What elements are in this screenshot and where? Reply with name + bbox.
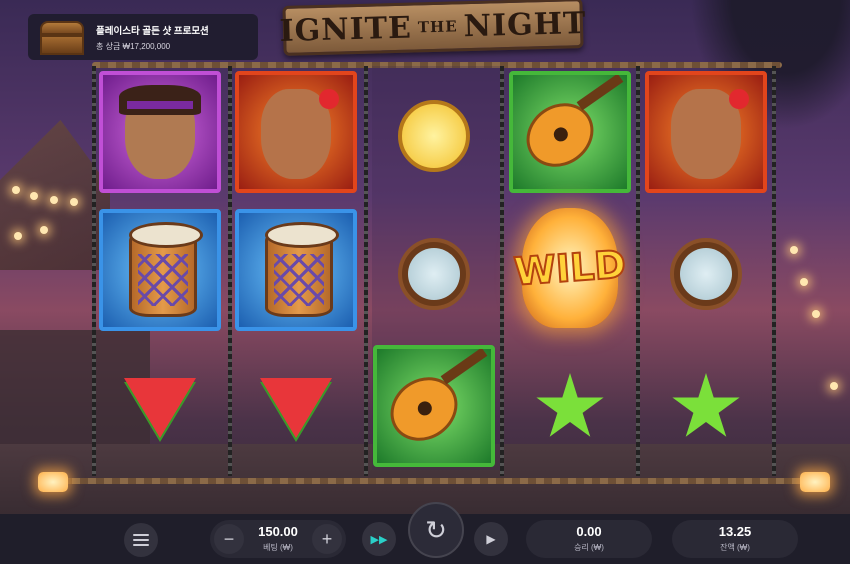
symbol-drum bbox=[98, 208, 222, 332]
bet-label: 베팅 (₩) bbox=[263, 543, 293, 552]
spin-button[interactable]: ↻ bbox=[408, 502, 464, 558]
logo-word-ignite: IGNITE bbox=[279, 10, 413, 49]
menu-button[interactable] bbox=[124, 523, 158, 557]
string-light bbox=[812, 310, 820, 318]
symbol-drum bbox=[234, 208, 358, 332]
balance-label: 잔액 (₩) bbox=[720, 543, 750, 552]
win-value: 0.00 bbox=[576, 524, 602, 539]
reel-chain bbox=[500, 66, 504, 476]
symbol-pineapple bbox=[372, 74, 496, 198]
symbol-watermelon bbox=[234, 346, 358, 470]
reel-rope-bottom bbox=[40, 478, 820, 484]
string-light bbox=[40, 226, 48, 234]
autoplay-button[interactable]: ▶ bbox=[474, 522, 508, 556]
symbol-coconut bbox=[372, 212, 496, 336]
bet-value: 150.00 bbox=[258, 524, 298, 539]
symbol-starfruit bbox=[644, 346, 768, 470]
string-light bbox=[70, 198, 78, 206]
symbol-wild-lantern: WILD bbox=[508, 206, 632, 330]
bet-decrease-button[interactable]: − bbox=[214, 524, 244, 554]
lantern-icon bbox=[38, 472, 68, 492]
turbo-button[interactable]: ▶▶ bbox=[362, 522, 396, 556]
promotion-banner[interactable]: 플레이스타 골든 샷 프로모션 총 상금 ₩17,200,000 bbox=[28, 14, 258, 60]
symbol-man-portrait bbox=[98, 70, 222, 194]
control-bar: − 150.00 베팅 (₩) + ▶▶ ↻ ▶ 0.00 승리 (₩) 13.… bbox=[0, 502, 850, 564]
string-light bbox=[800, 278, 808, 286]
reel-chain bbox=[364, 66, 368, 476]
treasure-chest-icon bbox=[34, 17, 90, 57]
balance-value: 13.25 bbox=[718, 524, 752, 539]
string-light bbox=[12, 186, 20, 194]
symbol-woman-portrait bbox=[644, 70, 768, 194]
symbol-starfruit bbox=[508, 346, 632, 470]
reel-chain bbox=[92, 66, 96, 476]
reel-chain bbox=[772, 66, 776, 476]
symbol-guitar bbox=[372, 344, 496, 468]
symbol-watermelon bbox=[98, 346, 222, 470]
string-light bbox=[30, 192, 38, 200]
menu-icon bbox=[133, 534, 149, 546]
string-light bbox=[830, 382, 838, 390]
reel-chain bbox=[636, 66, 640, 476]
logo-word-the: THE bbox=[417, 17, 458, 37]
string-light bbox=[50, 196, 58, 204]
string-light bbox=[790, 246, 798, 254]
symbol-woman-portrait bbox=[234, 70, 358, 194]
reel-chain bbox=[228, 66, 232, 476]
wild-label: WILD bbox=[512, 241, 629, 295]
promotion-title: 플레이스타 골든 샷 프로모션 bbox=[96, 25, 209, 37]
bet-increase-button[interactable]: + bbox=[312, 524, 342, 554]
lantern-icon bbox=[800, 472, 830, 492]
symbol-guitar bbox=[508, 70, 632, 194]
logo-word-night: NIGHT bbox=[463, 5, 587, 44]
win-label: 승리 (₩) bbox=[574, 543, 604, 552]
symbol-coconut bbox=[644, 212, 768, 336]
promotion-prize: 총 상금 ₩17,200,000 bbox=[96, 41, 171, 51]
string-light bbox=[14, 232, 22, 240]
game-logo: IGNITE THE NIGHT bbox=[279, 0, 587, 56]
